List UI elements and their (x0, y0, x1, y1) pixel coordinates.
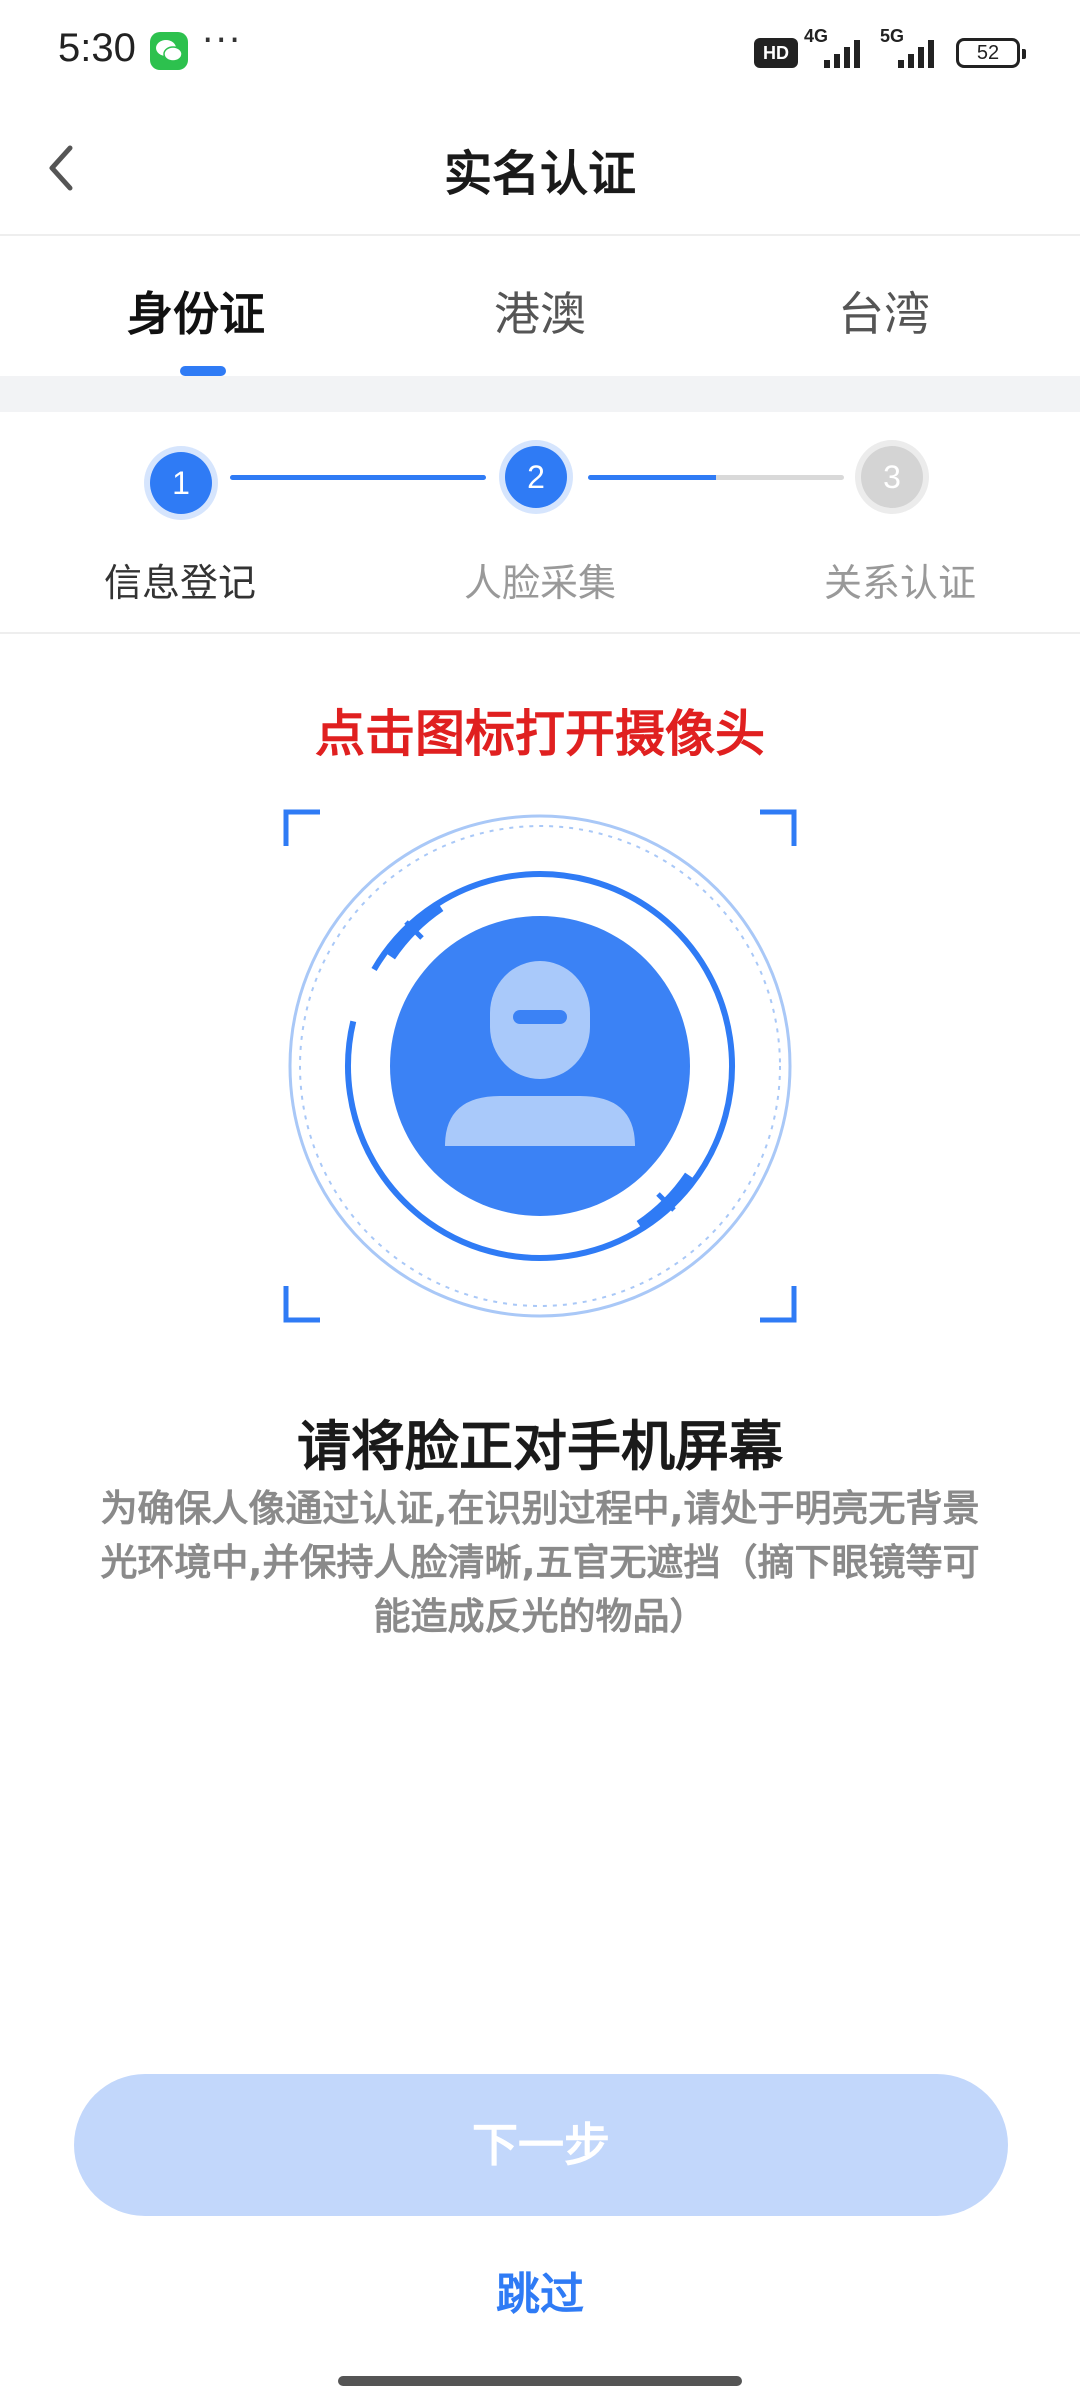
signal-strength-icon (824, 40, 860, 68)
step-2-circle: 2 (505, 446, 567, 508)
home-indicator[interactable] (338, 2376, 742, 2386)
face-instruction-text: 为确保人像通过认证,在识别过程中,请处于明亮无背景光环境中,并保持人脸清晰,五官… (100, 1487, 980, 1638)
status-time: 5:30 (58, 26, 136, 70)
step-1-circle: 1 (150, 452, 212, 514)
wechat-icon (150, 32, 188, 70)
more-notifications-icon: ··· (202, 20, 243, 61)
step-3-circle: 3 (861, 446, 923, 508)
step-connector-2 (588, 475, 844, 480)
hd-voice-badge: HD (754, 38, 798, 68)
tab-hong-kong-macau[interactable]: 港澳 (360, 278, 720, 344)
open-camera-hint: 点击图标打开摄像头 (315, 705, 765, 763)
step-1-label: 信息登记 (103, 561, 256, 605)
step-3-label: 关系认证 (823, 561, 976, 605)
next-step-button[interactable]: 下一步 (74, 2074, 1008, 2216)
active-tab-indicator (180, 366, 226, 376)
face-capture-camera-icon[interactable] (280, 806, 800, 1326)
tab-id-card[interactable]: 身份证 (16, 278, 376, 344)
signal-strength-icon-2 (898, 40, 934, 68)
step-2-label: 人脸采集 (463, 561, 616, 605)
nav-bar: 实名认证 (0, 100, 1080, 236)
section-divider (0, 376, 1080, 412)
step-connector-1 (230, 475, 486, 480)
tab-taiwan[interactable]: 台湾 (704, 278, 1064, 344)
id-type-tabs: 身份证 港澳 台湾 (0, 238, 1080, 376)
page-title: 实名认证 (443, 146, 636, 202)
battery-icon: 52 (956, 38, 1026, 68)
skip-link[interactable]: 跳过 (0, 2258, 1080, 2322)
status-bar: 5:30 ··· HD 4G 5G 52 (0, 0, 1080, 100)
face-instruction-title: 请将脸正对手机屏幕 (297, 1415, 783, 1478)
progress-steps: 1 2 3 信息登记 人脸采集 关系认证 (0, 412, 1080, 634)
